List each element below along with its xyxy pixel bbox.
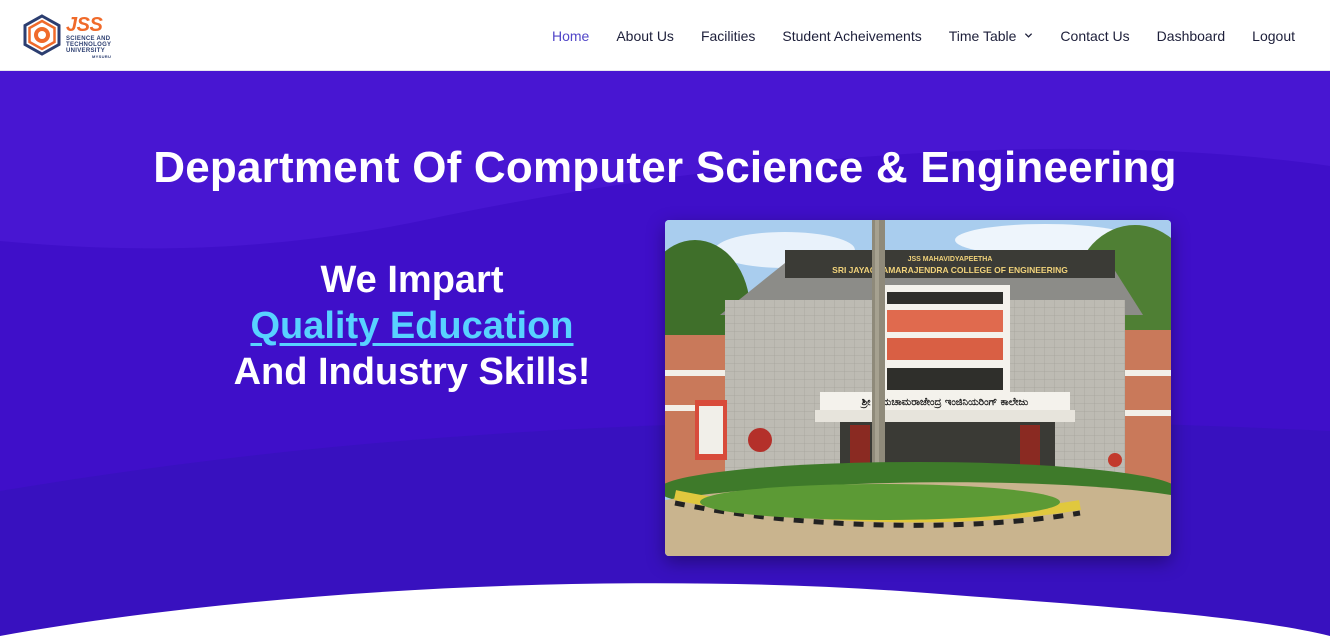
page-title: Department Of Computer Science & Enginee… (153, 143, 1177, 192)
sign-top-text: JSS MAHAVIDYAPEETHA (908, 256, 993, 263)
nav-time-table-label: Time Table (948, 27, 1017, 44)
nav-facilities[interactable]: Facilities (701, 28, 755, 44)
nav-dashboard[interactable]: Dashboard (1157, 28, 1226, 44)
college-building-photo: JSS MAHAVIDYAPEETHA SRI JAYACHAMARAJENDR… (665, 220, 1171, 556)
nav-home[interactable]: Home (552, 28, 589, 44)
quality-education-link[interactable]: Quality Education (250, 305, 573, 347)
nav-logout[interactable]: Logout (1252, 28, 1295, 44)
tagline-line: And Industry Skills! (233, 351, 591, 393)
nav-contact-us[interactable]: Contact Us (1060, 28, 1129, 44)
hero-section: Department Of Computer Science & Enginee… (0, 71, 1330, 636)
sign-main-text: SRI JAYACHAMARAJENDRA COLLEGE OF ENGINEE… (832, 265, 1068, 275)
sign-kannada-text: ಶ್ರೀ ಜಯಚಾಮರಾಜೇಂದ್ರ ಇಂಜಿನಿಯರಿಂಗ್ ಕಾಲೇಜು (860, 397, 1028, 409)
site-header: JSS SCIENCE AND TECHNOLOGY UNIVERSITY MY… (0, 0, 1330, 71)
college-building-illustration: JSS MAHAVIDYAPEETHA SRI JAYACHAMARAJENDR… (665, 220, 1171, 556)
tagline-line: We Impart (320, 259, 504, 301)
hero-tagline: We Impart Quality Education And Industry… (162, 257, 662, 395)
hexagon-logo-icon (23, 14, 61, 56)
nav-about-us[interactable]: About Us (616, 28, 674, 44)
logo-brand-name: JSS (66, 14, 103, 36)
nav-student-achievements[interactable]: Student Acheivements (782, 28, 921, 44)
logo-line: MYSURU (92, 54, 112, 59)
jss-logo[interactable]: JSS SCIENCE AND TECHNOLOGY UNIVERSITY MY… (20, 13, 116, 59)
chevron-down-icon (1025, 33, 1033, 38)
main-nav: Home About Us Facilities Student Acheive… (525, 0, 1295, 71)
nav-time-table[interactable]: Time Table (949, 28, 1034, 44)
